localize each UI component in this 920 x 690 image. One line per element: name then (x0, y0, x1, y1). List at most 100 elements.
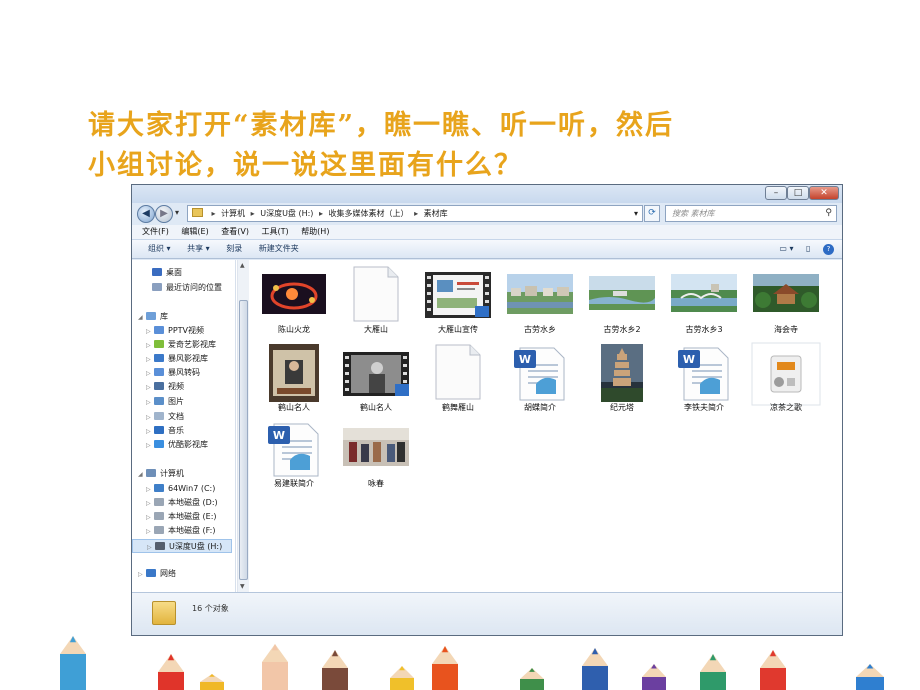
breadcrumb-chevron-icon[interactable]: ▸ (212, 209, 216, 218)
expand-chevron-icon[interactable]: ▷ (146, 511, 154, 525)
menu-view[interactable]: 查看(V) (221, 227, 249, 236)
pencil-decoration (432, 646, 458, 690)
preview-pane-icon[interactable]: ▯ (806, 244, 810, 253)
expand-chevron-icon[interactable]: ◢ (138, 311, 146, 325)
menu-tools[interactable]: 工具(T) (262, 227, 289, 236)
nav-item[interactable]: ◢ 计算机 (132, 467, 184, 481)
breadcrumb-current-folder[interactable]: 素材库 (424, 209, 448, 218)
expand-chevron-icon[interactable]: ▷ (146, 367, 154, 381)
nav-item[interactable]: ◢ 库 (132, 310, 168, 324)
nav-item-icon (146, 312, 156, 320)
refresh-button[interactable]: ⟳ (644, 205, 660, 222)
file-item[interactable]: 鹤山名人 (254, 342, 334, 414)
file-item[interactable]: 海会寺 (746, 264, 826, 336)
expand-chevron-icon[interactable]: ▷ (138, 568, 146, 582)
search-icon[interactable]: ⚲ (825, 206, 832, 221)
blank-file-icon (434, 344, 482, 404)
expand-chevron-icon[interactable]: ▷ (146, 381, 154, 395)
expand-chevron-icon[interactable]: ▷ (146, 411, 154, 425)
nav-item-icon (154, 412, 164, 420)
expand-chevron-icon[interactable]: ▷ (146, 325, 154, 339)
file-item[interactable]: 凉茶之歌 (746, 342, 826, 414)
back-button[interactable]: ◀ (137, 205, 155, 223)
share-button[interactable]: 共享 ▾ (187, 244, 210, 253)
file-item[interactable]: 古劳水乡3 (664, 264, 744, 336)
nav-item[interactable]: ▷ 图片 (132, 395, 184, 409)
expand-chevron-icon[interactable]: ▷ (146, 439, 154, 453)
recent-pages-dropdown[interactable]: ▾ (175, 208, 179, 217)
expand-chevron-icon[interactable]: ▷ (146, 483, 154, 497)
file-item[interactable]: W 李铁夫简介 (664, 342, 744, 414)
expand-chevron-icon[interactable]: ▷ (146, 339, 154, 353)
nav-item[interactable]: ▷ 暴风转码 (132, 366, 200, 380)
view-options-icon[interactable]: ▭ ▾ (779, 244, 793, 253)
breadcrumb-chevron-icon[interactable]: ▸ (414, 209, 418, 218)
expand-chevron-icon[interactable]: ▷ (146, 425, 154, 439)
file-item[interactable]: 鹤舞雁山 (418, 342, 498, 414)
address-bar[interactable]: ▸ 计算机 ▸ U深度U盘 (H:) ▸ 收集多媒体素材（上） ▸ 素材库 ▾ (187, 205, 643, 222)
expand-chevron-icon[interactable]: ▷ (146, 396, 154, 410)
search-input[interactable]: 搜索 素材库 ⚲ (665, 205, 837, 222)
video-thumbnail (343, 352, 409, 400)
maximize-button[interactable]: □ (787, 186, 809, 200)
expand-chevron-icon[interactable]: ▷ (146, 497, 154, 511)
nav-item[interactable]: 桌面 (132, 266, 182, 280)
scroll-up-icon[interactable]: ▲ (240, 262, 245, 269)
breadcrumb-computer[interactable]: 计算机 (221, 209, 245, 218)
breadcrumb-chevron-icon[interactable]: ▸ (251, 209, 255, 218)
menu-edit[interactable]: 编辑(E) (181, 227, 208, 236)
nav-item[interactable]: ▷ 64Win7 (C:) (132, 482, 215, 496)
nav-item[interactable]: ▷ 爱奇艺影视库 (132, 338, 216, 352)
expand-chevron-icon[interactable]: ▷ (147, 541, 155, 555)
expand-chevron-icon[interactable]: ▷ (146, 353, 154, 367)
scroll-down-icon[interactable]: ▼ (240, 583, 245, 590)
close-button[interactable]: ✕ (809, 186, 839, 200)
minimize-button[interactable]: – (765, 186, 787, 200)
forward-button[interactable]: ▶ (155, 205, 173, 223)
file-item[interactable]: 咏春 (336, 418, 416, 490)
nav-item[interactable]: ▷ 本地磁盘 (D:) (132, 496, 218, 510)
address-dropdown-icon[interactable]: ▾ (634, 206, 638, 221)
new-folder-button[interactable]: 新建文件夹 (259, 244, 299, 253)
breadcrumb-collection-folder[interactable]: 收集多媒体素材（上） (329, 209, 409, 218)
burn-button[interactable]: 刻录 (226, 244, 242, 253)
nav-item[interactable]: ▷ 暴风影视库 (132, 352, 208, 366)
nav-item[interactable]: ▷ 本地磁盘 (F:) (132, 524, 215, 538)
menu-file[interactable]: 文件(F) (142, 227, 169, 236)
nav-item[interactable]: ▷ 视频 (132, 380, 184, 394)
file-item[interactable]: 大雁山宣传 (418, 264, 498, 336)
nav-item[interactable]: ▷ PPTV视频 (132, 324, 204, 338)
organize-button[interactable]: 组织 ▾ (148, 244, 171, 253)
pencil-decoration (200, 674, 224, 690)
nav-item[interactable]: ▷ 优酷影视库 (132, 438, 208, 452)
nav-item-icon (154, 484, 164, 492)
file-item[interactable]: 陈山火龙 (254, 264, 334, 336)
menu-help[interactable]: 帮助(H) (301, 227, 329, 236)
file-item[interactable]: 大雁山 (336, 264, 416, 336)
nav-item[interactable]: ▷ 音乐 (132, 424, 184, 438)
file-item[interactable]: 古劳水乡 (500, 264, 580, 336)
nav-item[interactable]: ▷ 文档 (132, 410, 184, 424)
file-item[interactable]: 纪元塔 (582, 342, 662, 414)
nav-item[interactable]: ▷ U深度U盘 (H:) (132, 539, 232, 553)
nav-item-label: 本地磁盘 (E:) (168, 512, 217, 521)
file-item[interactable]: W 胡蝶简介 (500, 342, 580, 414)
scrollbar-thumb[interactable] (239, 300, 248, 580)
expand-chevron-icon[interactable]: ◢ (138, 468, 146, 482)
breadcrumb-chevron-icon[interactable]: ▸ (319, 209, 323, 218)
navigation-scrollbar[interactable]: ▲ ▼ (237, 260, 249, 592)
expand-chevron-icon[interactable]: ▷ (146, 525, 154, 539)
pencil-decoration (390, 666, 414, 690)
file-item[interactable]: 鹤山名人 (336, 342, 416, 414)
nav-item[interactable]: 最近访问的位置 (132, 281, 222, 295)
nav-item-label: 视频 (168, 382, 184, 391)
breadcrumb-usb-drive[interactable]: U深度U盘 (H:) (260, 209, 313, 218)
pencil-decoration (700, 654, 726, 690)
nav-item[interactable]: ▷ 网络 (132, 567, 176, 581)
help-icon[interactable]: ? (823, 244, 834, 255)
file-item[interactable]: 古劳水乡2 (582, 264, 662, 336)
toolbar-right: ▭ ▾ ▯ ? (769, 240, 834, 258)
file-item[interactable]: W 易建联简介 (254, 418, 334, 490)
nav-item[interactable]: ▷ 本地磁盘 (E:) (132, 510, 217, 524)
nav-item-label: 网络 (160, 569, 176, 578)
